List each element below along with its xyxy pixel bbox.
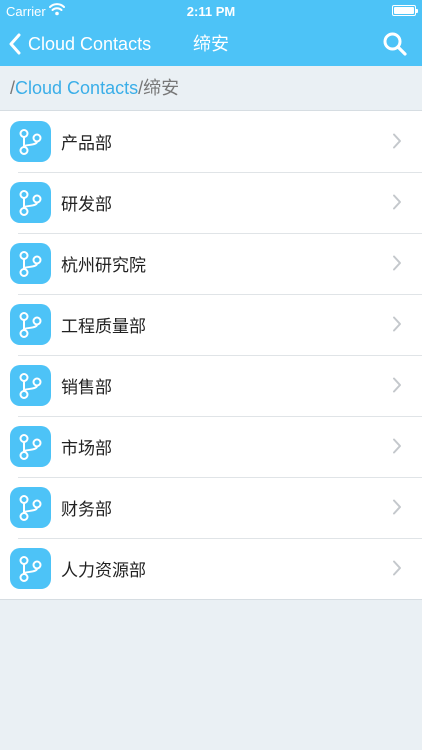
chevron-right-icon: [393, 499, 401, 515]
chevron-right-icon: [393, 133, 401, 149]
page-title: 缔安: [193, 34, 229, 54]
nav-bar: Cloud Contacts 缔安: [0, 22, 422, 66]
org-branch-icon: [10, 487, 51, 528]
department-row[interactable]: 研发部: [0, 172, 422, 233]
department-row[interactable]: 产品部: [0, 111, 422, 172]
org-branch-icon: [10, 182, 51, 223]
battery-icon: [392, 5, 418, 16]
department-row[interactable]: 工程质量部: [0, 294, 422, 355]
back-button[interactable]: Cloud Contacts: [8, 22, 151, 66]
department-label: 工程质量部: [61, 317, 146, 336]
chevron-right-icon: [393, 438, 401, 454]
battery-fill: [394, 7, 414, 14]
org-branch-icon: [10, 243, 51, 284]
department-label: 杭州研究院: [61, 256, 146, 275]
org-branch-icon: [10, 548, 51, 589]
breadcrumb-link-cloud-contacts[interactable]: Cloud Contacts: [15, 78, 138, 98]
back-label: Cloud Contacts: [28, 33, 152, 54]
breadcrumb: /Cloud Contacts/缔安: [0, 66, 422, 110]
department-row[interactable]: 市场部: [0, 416, 422, 477]
department-label: 市场部: [61, 439, 112, 458]
department-list: 产品部 研发部 杭州研究院 工程质量部 销售部 市场部 财务部 人力资源部: [0, 110, 422, 600]
department-row[interactable]: 财务部: [0, 477, 422, 538]
search-icon[interactable]: [382, 31, 408, 57]
org-branch-icon: [10, 121, 51, 162]
status-bar: Carrier 2:11 PM: [0, 0, 422, 22]
department-row[interactable]: 杭州研究院: [0, 233, 422, 294]
org-branch-icon: [10, 304, 51, 345]
chevron-right-icon: [393, 377, 401, 393]
chevron-right-icon: [393, 194, 401, 210]
org-branch-icon: [10, 426, 51, 467]
department-label: 人力资源部: [61, 561, 146, 580]
org-branch-icon: [10, 365, 51, 406]
chevron-right-icon: [393, 255, 401, 271]
status-time: 2:11 PM: [186, 4, 236, 19]
department-label: 销售部: [61, 378, 112, 397]
chevron-left-icon: [9, 33, 21, 55]
department-row[interactable]: 销售部: [0, 355, 422, 416]
department-label: 研发部: [61, 195, 112, 214]
chevron-right-icon: [393, 560, 401, 576]
breadcrumb-current: 缔安: [143, 78, 180, 98]
department-row[interactable]: 人力资源部: [0, 538, 422, 599]
department-label: 财务部: [61, 500, 112, 519]
department-label: 产品部: [61, 134, 112, 153]
app-header: Carrier 2:11 PM Cloud Contacts 缔安: [0, 0, 422, 66]
chevron-right-icon: [393, 316, 401, 332]
